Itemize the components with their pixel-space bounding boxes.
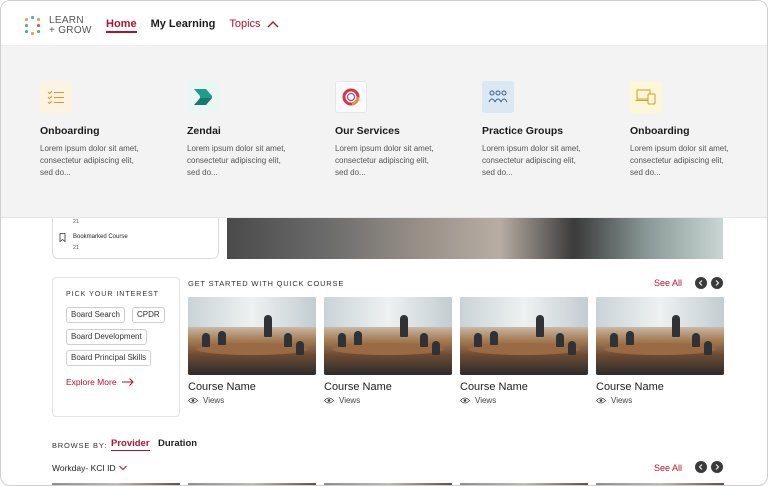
course-name: Course Name (188, 381, 256, 393)
checklist-icon (40, 81, 72, 113)
chevron-right-icon (715, 464, 720, 470)
explore-more-link[interactable]: Explore More (66, 377, 134, 387)
menu-card-zendai[interactable]: Zendai Lorem ipsum dolor sit amet, conse… (187, 81, 297, 179)
logo-dots-icon (25, 16, 45, 36)
chevron-down-icon (118, 465, 127, 471)
chevron-right-icon (715, 280, 720, 286)
course-name: Course Name (596, 381, 664, 393)
chevron-up-icon (267, 20, 279, 27)
arrow-right-icon (121, 378, 134, 386)
main-nav: Home My Learning Topics (106, 1, 293, 46)
course-card[interactable]: Course Name Views (596, 297, 724, 405)
eye-icon (324, 397, 334, 404)
tab-duration[interactable]: Duration (158, 438, 197, 449)
course-card[interactable]: Course Name Views (324, 297, 452, 405)
quick-course-caption: GET STARTED WITH QUICK COURSE (188, 279, 345, 288)
course-name: Course Name (460, 381, 528, 393)
course-thumbnail (324, 297, 452, 375)
menu-card-title: Our Services (335, 125, 400, 137)
menu-card-title: Zendai (187, 125, 221, 137)
pick-interest-panel: PICK YOUR INTEREST Board Search CPDR Boa… (52, 277, 180, 417)
bookmarked-course-label[interactable]: Bookmarked Course (73, 234, 128, 240)
menu-card-title: Practice Groups (482, 125, 564, 137)
views-label: Views (339, 396, 361, 405)
next-button[interactable] (711, 277, 723, 289)
see-all-link[interactable]: See All (654, 463, 682, 473)
menu-card-practice-groups[interactable]: Practice Groups Lorem ipsum dolor sit am… (482, 81, 592, 179)
eye-icon (188, 397, 198, 404)
course-views: Views (324, 396, 452, 405)
interest-chip[interactable]: CPDR (132, 307, 165, 323)
course-name: Course Name (324, 381, 392, 393)
learn-grow-logo[interactable]: LEARN + GROW (25, 16, 95, 40)
views-label: Views (203, 396, 225, 405)
eye-icon (596, 397, 606, 404)
explore-more-label: Explore More (66, 377, 117, 387)
menu-card-desc: Lorem ipsum dolor sit amet, consectetur … (187, 144, 286, 177)
topics-mega-menu: Onboarding Lorem ipsum dolor sit amet, c… (1, 46, 767, 218)
stat-count: 21 (73, 245, 80, 251)
menu-card-onboarding[interactable]: Onboarding Lorem ipsum dolor sit amet, c… (40, 81, 150, 179)
bookmark-icon (59, 233, 66, 242)
course-views: Views (460, 396, 588, 405)
browse-by-caption: BROWSE BY: (52, 441, 108, 450)
provider-filter-dropdown[interactable]: Workday- KCI ID (52, 463, 127, 473)
menu-card-title: Onboarding (630, 125, 690, 137)
course-card[interactable]: Course Name Views (460, 297, 588, 405)
stat-count: 21 (73, 219, 80, 225)
menu-card-our-services[interactable]: Our Services Lorem ipsum dolor sit amet,… (335, 81, 445, 179)
course-thumbnail (188, 297, 316, 375)
top-header: LEARN + GROW Home My Learning Topics (1, 1, 767, 46)
prev-button[interactable] (695, 461, 707, 473)
see-all-link[interactable]: See All (654, 278, 682, 288)
zendai-logo-icon (187, 81, 219, 113)
chevron-left-icon (698, 464, 703, 470)
interest-chip[interactable]: Board Principal Skills (66, 350, 152, 366)
prev-button[interactable] (695, 277, 707, 289)
nav-my-learning[interactable]: My Learning (151, 18, 216, 30)
pick-interest-caption: PICK YOUR INTEREST (66, 291, 159, 298)
course-thumbnail (596, 297, 724, 375)
menu-card-desc: Lorem ipsum dolor sit amet, consectetur … (40, 144, 139, 177)
menu-card-desc: Lorem ipsum dolor sit amet, consectetur … (335, 144, 434, 177)
menu-card-desc: Lorem ipsum dolor sit amet, consectetur … (482, 144, 581, 177)
logo-text: LEARN + GROW (49, 16, 92, 36)
app-window: LEARN + GROW Home My Learning Topics Onb… (0, 0, 768, 486)
course-views: Views (188, 396, 316, 405)
nav-home[interactable]: Home (106, 18, 137, 33)
eye-icon (460, 397, 470, 404)
course-views: Views (596, 396, 724, 405)
course-card[interactable]: Course Name Views (188, 297, 316, 405)
tab-provider[interactable]: Provider (111, 438, 150, 451)
filter-value: Workday- KCI ID (52, 463, 116, 473)
hero-stats-card: 21 Bookmarked Course 21 (52, 218, 219, 259)
menu-card-onboarding-2[interactable]: Onboarding Lorem ipsum dolor sit amet, c… (630, 81, 740, 179)
interest-chip[interactable]: Board Search (66, 307, 125, 323)
views-label: Views (611, 396, 633, 405)
hero-banner-image (227, 218, 723, 259)
nav-topics-label: Topics (229, 17, 261, 30)
menu-card-desc: Lorem ipsum dolor sit amet, consectetur … (630, 144, 729, 177)
menu-card-title: Onboarding (40, 125, 100, 137)
ring-icon (335, 81, 367, 113)
logo-line-2: + GROW (49, 25, 92, 36)
people-group-icon (482, 81, 514, 113)
nav-topics[interactable]: Topics (229, 17, 279, 30)
interest-chip[interactable]: Board Development (66, 329, 147, 345)
chevron-left-icon (698, 280, 703, 286)
devices-icon (630, 81, 662, 113)
views-label: Views (475, 396, 497, 405)
next-button[interactable] (711, 461, 723, 473)
course-thumbnail (460, 297, 588, 375)
